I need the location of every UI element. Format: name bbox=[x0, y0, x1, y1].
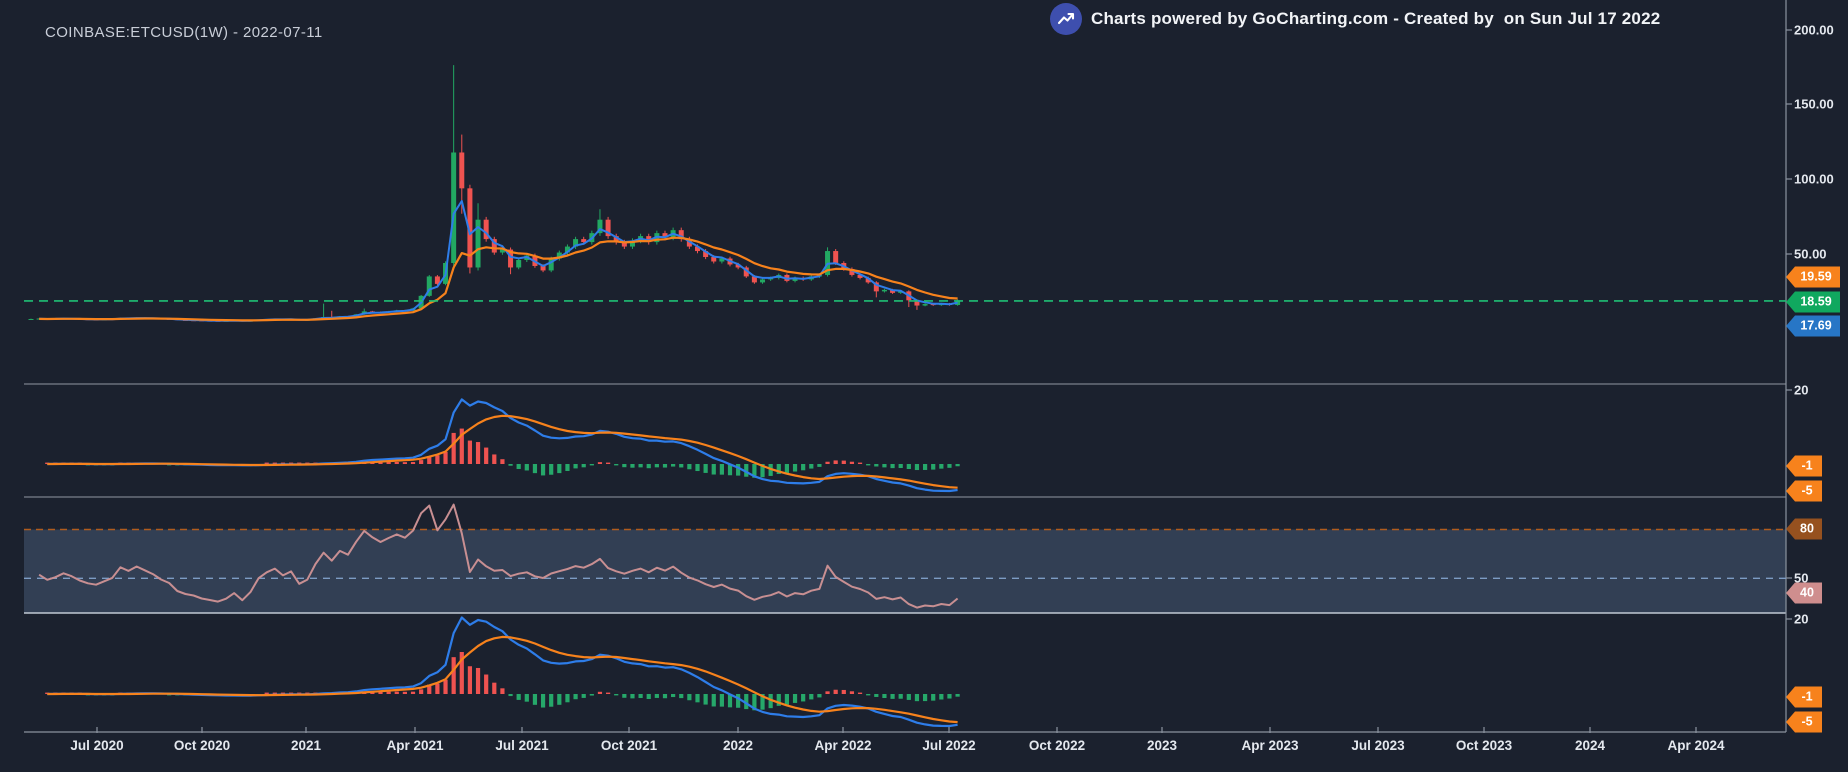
candlesticks bbox=[29, 65, 961, 322]
chart-root: COINBASE:ETCUSD(1W) - 2022-07-11 Charts … bbox=[0, 0, 1848, 772]
moving-averages bbox=[39, 201, 957, 321]
macd-panel-2 bbox=[45, 618, 960, 727]
panel-frame bbox=[24, 0, 1786, 732]
axis-ticks bbox=[97, 30, 1792, 733]
macd-panel-1 bbox=[45, 399, 960, 491]
chart-canvas[interactable] bbox=[0, 0, 1848, 772]
